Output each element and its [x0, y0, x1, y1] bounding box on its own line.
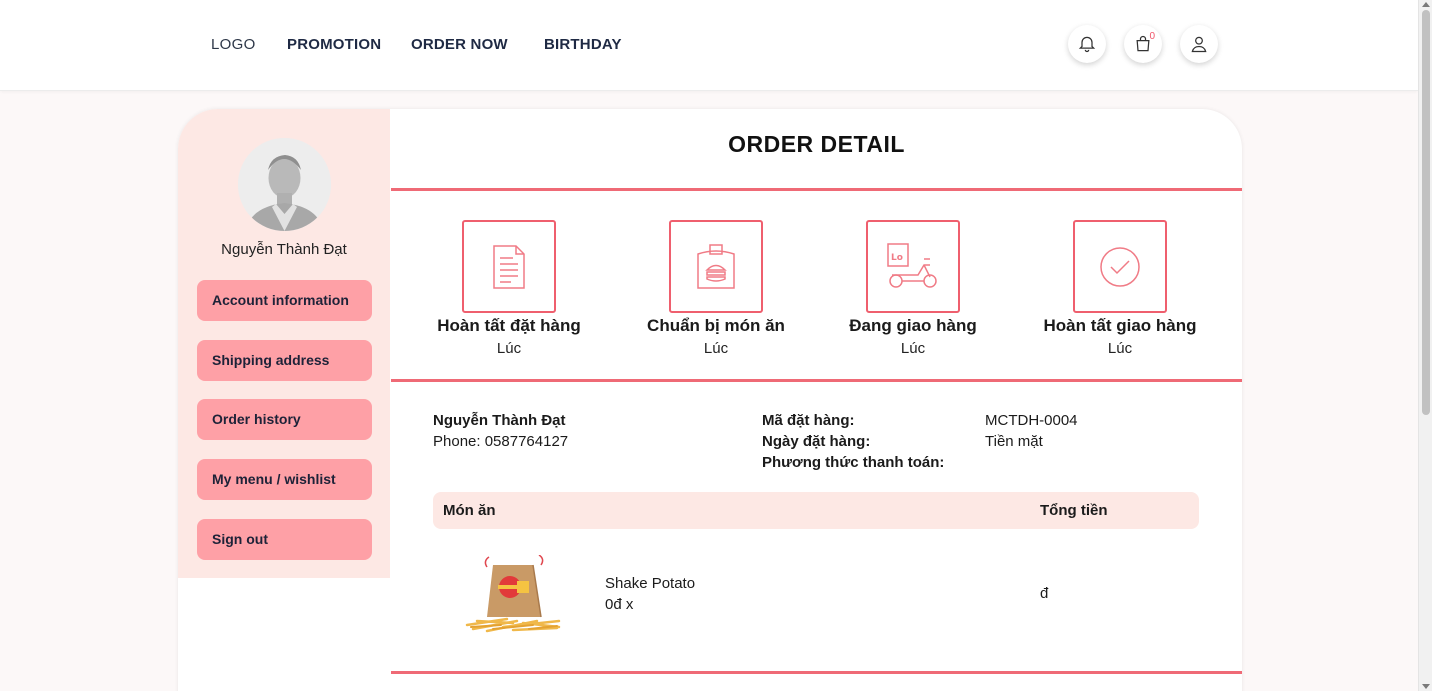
document-icon — [493, 244, 525, 289]
step-icon-box — [669, 220, 763, 313]
step-label: Chuẩn bị món ăn — [647, 316, 785, 335]
step-icon-box — [462, 220, 556, 313]
logo[interactable]: LOGO — [211, 36, 256, 53]
nav-birthday[interactable]: BIRTHDAY — [544, 36, 622, 53]
order-code-value: MCTDH-0004 — [985, 412, 1078, 429]
step-delivering: Lo Đang giao hàng Lúc — [813, 220, 1013, 357]
step-preparing-food: Chuẩn bị món ăn Lúc — [616, 220, 816, 357]
check-circle-icon — [1100, 246, 1140, 287]
divider — [391, 188, 1242, 191]
order-code-label: Mã đặt hàng: — [762, 412, 855, 429]
order-info-values: MCTDH-0004 Tiền mặt — [985, 410, 1078, 452]
order-date-label: Ngày đặt hàng: — [762, 433, 871, 450]
top-header: LOGO PROMOTION ORDER NOW BIRTHDAY 0 — [0, 0, 1418, 91]
order-history-button[interactable]: Order history — [197, 399, 372, 440]
customer-phone: Phone: 0587764127 — [433, 433, 569, 450]
order-detail-card: Nguyễn Thành Đạt Account information Shi… — [178, 109, 1242, 691]
nav-promotion[interactable]: PROMOTION — [287, 36, 381, 53]
nav-order-now[interactable]: ORDER NOW — [411, 36, 508, 53]
user-name: Nguyễn Thành Đạt — [221, 241, 347, 258]
column-total-header: Tổng tiền — [1040, 502, 1108, 519]
step-time: Lúc — [900, 340, 926, 357]
item-total: đ — [1040, 585, 1049, 602]
step-time: Lúc — [1107, 340, 1133, 357]
items-table-header: Món ăn Tổng tiền — [433, 492, 1199, 529]
wishlist-button[interactable]: My menu / wishlist — [197, 459, 372, 500]
sign-out-button[interactable]: Sign out — [197, 519, 372, 560]
order-info-labels: Mã đặt hàng: Ngày đặt hàng: Phương thức … — [762, 410, 944, 473]
item-image — [465, 555, 561, 633]
notification-button[interactable] — [1068, 25, 1106, 63]
food-bag-icon — [697, 243, 735, 289]
avatar — [238, 138, 331, 231]
step-time: Lúc — [703, 340, 729, 357]
column-item-header: Món ăn — [443, 502, 496, 519]
account-button[interactable] — [1180, 25, 1218, 63]
avatar-placeholder-icon — [238, 138, 331, 231]
step-label: Đang giao hàng — [849, 316, 977, 335]
cart-count-badge: 0 — [1149, 31, 1155, 42]
item-name: Shake Potato — [605, 575, 696, 592]
step-label: Hoàn tất giao hàng — [1043, 316, 1197, 335]
page-scrollbar[interactable] — [1418, 0, 1432, 691]
account-information-button[interactable]: Account information — [197, 280, 372, 321]
payment-method-label: Phương thức thanh toán: — [762, 454, 945, 471]
divider — [391, 379, 1242, 382]
customer-name: Nguyễn Thành Đạt — [433, 412, 566, 429]
user-icon — [1191, 36, 1207, 53]
scroll-down-arrow-icon[interactable] — [1422, 684, 1430, 689]
account-sidebar: Nguyễn Thành Đạt Account information Shi… — [178, 109, 390, 578]
cart-button[interactable]: 0 — [1124, 25, 1162, 63]
scroll-up-arrow-icon[interactable] — [1422, 2, 1430, 7]
step-icon-box — [1073, 220, 1167, 313]
page-title: ORDER DETAIL — [728, 131, 905, 157]
step-delivered: Hoàn tất giao hàng Lúc — [1020, 220, 1220, 357]
divider — [391, 671, 1242, 674]
customer-info: Nguyễn Thành Đạt Phone: 0587764127 — [433, 410, 568, 452]
item-details: Shake Potato 0đ x — [605, 573, 695, 615]
shipping-address-button[interactable]: Shipping address — [197, 340, 372, 381]
delivery-scooter-icon: Lo — [887, 242, 937, 288]
step-label: Hoàn tất đặt hàng — [437, 316, 581, 335]
step-icon-box: Lo — [866, 220, 960, 313]
scrollbar-thumb[interactable] — [1422, 10, 1430, 415]
payment-method-value: Tiền mặt — [985, 433, 1043, 450]
svg-text:Lo: Lo — [891, 253, 903, 263]
step-time: Lúc — [496, 340, 522, 357]
step-order-placed: Hoàn tất đặt hàng Lúc — [409, 220, 609, 357]
item-price-quantity: 0đ x — [605, 596, 634, 613]
bell-icon — [1078, 36, 1096, 53]
